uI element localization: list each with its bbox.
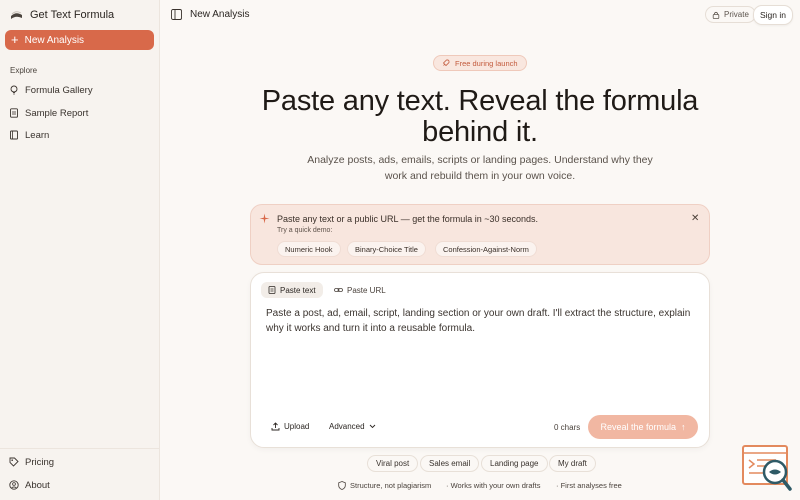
brand-name: Get Text Formula — [30, 9, 115, 21]
reveal-label: Reveal the formula — [600, 422, 677, 432]
book-icon — [10, 130, 18, 140]
document-icon — [268, 286, 276, 294]
tag-icon — [9, 457, 19, 467]
new-analysis-label: New Analysis — [24, 34, 85, 46]
rocket-icon — [442, 59, 450, 67]
text-input[interactable] — [266, 306, 696, 396]
sidebar-item-pricing[interactable]: Pricing — [9, 454, 54, 470]
hero-subtitle: Analyze posts, ads, emails, scripts or l… — [307, 154, 653, 182]
top-header: New Analysis Private Sign in — [160, 0, 800, 30]
sidebar-item-label: Sample Report — [25, 107, 89, 119]
sign-in-button[interactable]: Sign in — [753, 5, 793, 25]
sidebar-item-label: Learn — [25, 129, 50, 141]
sparkle-icon — [259, 213, 270, 224]
demo-label: Try a quick demo: — [277, 227, 333, 234]
demo-chip-numeric-hook[interactable]: Numeric Hook — [277, 241, 341, 257]
close-icon[interactable]: ✕ — [691, 213, 699, 224]
link-icon — [334, 288, 343, 292]
explore-section-label: Explore — [10, 66, 38, 75]
page-title: New Analysis — [190, 9, 250, 20]
tab-label: Paste text — [280, 285, 316, 295]
document-icon — [10, 108, 18, 118]
new-analysis-button[interactable]: + New Analysis — [5, 30, 154, 50]
demo-tip-banner: Paste any text or a public URL — get the… — [250, 204, 710, 265]
sidebar-item-about[interactable]: About — [9, 477, 50, 493]
launch-badge: Free during launch — [433, 55, 527, 71]
demo-chip-binary-choice-title[interactable]: Binary-Choice Title — [347, 241, 426, 257]
footer-text: Structure, not plagiarism — [350, 481, 432, 490]
sidebar-item-label: Pricing — [25, 456, 55, 468]
tab-paste-text[interactable]: Paste text — [261, 282, 323, 298]
shield-icon — [338, 481, 346, 490]
floating-chat-widget-icon[interactable] — [742, 445, 792, 491]
user-circle-icon — [9, 480, 19, 490]
suggestion-my-draft[interactable]: My draft — [549, 455, 596, 472]
reveal-formula-button[interactable]: Reveal the formula ↑ — [588, 415, 698, 439]
sidebar-item-label: About — [25, 479, 50, 491]
demo-chip-confession-against-norm[interactable]: Confession-Against-Norm — [435, 241, 537, 257]
brand[interactable]: Get Text Formula — [10, 7, 114, 23]
brand-logo-icon — [11, 11, 22, 19]
suggestion-viral-post[interactable]: Viral post — [367, 455, 419, 472]
private-button[interactable]: Private — [705, 6, 756, 23]
sidebar-item-learn[interactable]: Learn — [9, 127, 49, 143]
sidebar: Get Text Formula + New Analysis Explore … — [0, 0, 160, 500]
footer-note-structure: Structure, not plagiarism — [338, 481, 431, 490]
sidebar-item-sample-report[interactable]: Sample Report — [9, 105, 88, 121]
badge-label: Free during launch — [455, 58, 518, 68]
arrow-up-icon: ↑ — [681, 422, 686, 432]
sidebar-divider — [0, 448, 160, 449]
chevron-down-icon — [369, 424, 375, 429]
sidebar-item-label: Formula Gallery — [25, 84, 93, 96]
upload-button[interactable]: Upload — [271, 422, 309, 431]
suggestion-landing-page[interactable]: Landing page — [481, 455, 548, 472]
sidebar-toggle-icon[interactable] — [171, 9, 182, 20]
footer-note-drafts: · Works with your own drafts — [446, 481, 541, 490]
upload-icon — [271, 422, 280, 431]
tab-label: Paste URL — [347, 285, 386, 295]
private-label: Private — [724, 10, 749, 19]
suggestion-sales-email[interactable]: Sales email — [420, 455, 480, 472]
lightbulb-icon — [10, 85, 18, 95]
footer-note-free: · First analyses free — [556, 481, 622, 490]
lock-icon — [712, 11, 720, 19]
text-editor-card: Paste text Paste URL Upload Advanced 0 c… — [250, 272, 710, 448]
tip-text: Paste any text or a public URL — get the… — [277, 214, 539, 224]
char-count: 0 chars — [554, 423, 581, 432]
plus-icon: + — [11, 32, 19, 47]
sidebar-item-formula-gallery[interactable]: Formula Gallery — [9, 82, 93, 98]
advanced-dropdown[interactable]: Advanced — [329, 422, 376, 431]
advanced-label: Advanced — [329, 422, 365, 431]
hero-title: Paste any text. Reveal the formula behin… — [261, 85, 699, 148]
tab-paste-url[interactable]: Paste URL — [331, 282, 389, 298]
upload-label: Upload — [284, 422, 310, 431]
